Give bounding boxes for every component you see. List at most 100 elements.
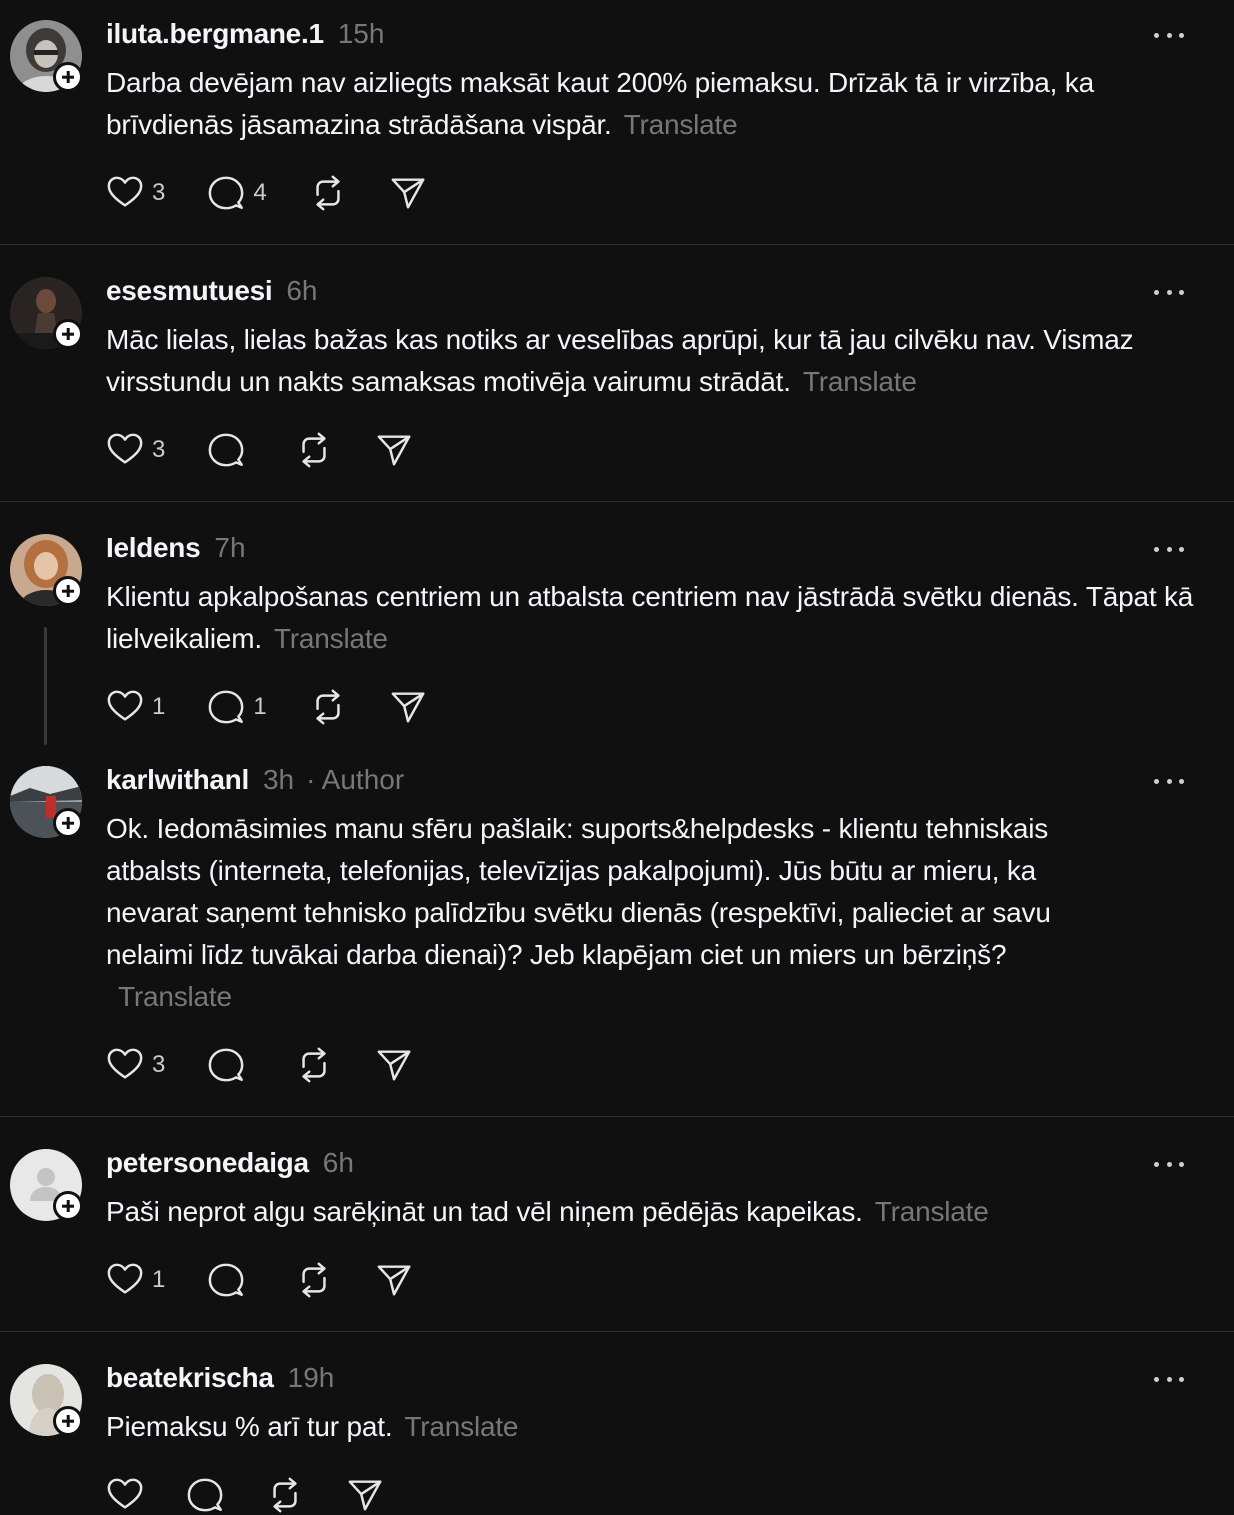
repost-button[interactable] — [295, 1260, 333, 1300]
post-text: Darba devējam nav aizliegts maksāt kaut … — [106, 62, 1206, 146]
like-button[interactable] — [106, 1475, 144, 1515]
send-icon — [375, 1261, 413, 1299]
like-button[interactable]: 1 — [106, 1260, 165, 1300]
repost-button[interactable] — [295, 1045, 333, 1085]
follow-plus-icon[interactable] — [53, 576, 83, 606]
post-header: beatekrischa 19h — [106, 1362, 334, 1398]
post-text-content: Ok. Iedomāsimies manu sfēru pašlaik: sup… — [106, 813, 1051, 970]
post-text-content: Piemaksu % arī tur pat. — [106, 1411, 393, 1442]
heart-icon — [106, 688, 144, 726]
heart-icon — [106, 1476, 144, 1514]
reply-count: 1 — [253, 693, 267, 720]
post-header: karlwithanl 3h · Author — [106, 764, 404, 800]
translate-link[interactable]: Translate — [624, 109, 738, 140]
repost-button[interactable] — [309, 173, 347, 213]
follow-plus-icon[interactable] — [53, 62, 83, 92]
comment-icon — [186, 1476, 224, 1514]
post-header: Ieldens 7h — [106, 532, 246, 568]
send-icon — [375, 1046, 413, 1084]
repost-button[interactable] — [309, 687, 347, 727]
reply-button[interactable] — [207, 1045, 253, 1085]
more-options-icon[interactable] — [1154, 288, 1184, 296]
repost-icon — [295, 1261, 333, 1299]
username[interactable]: Ieldens — [106, 532, 201, 564]
follow-plus-icon[interactable] — [53, 319, 83, 349]
post-header: esesmutuesi 6h — [106, 275, 318, 311]
action-bar — [106, 1475, 426, 1515]
repost-icon — [309, 174, 347, 212]
more-options-icon[interactable] — [1154, 1160, 1184, 1168]
reply-count: 4 — [253, 179, 267, 206]
like-button[interactable]: 1 — [106, 687, 165, 727]
share-button[interactable] — [389, 173, 427, 213]
like-button[interactable]: 3 — [106, 430, 165, 470]
post: Ieldens 7h Klientu apkalpošanas centriem… — [0, 502, 1234, 745]
share-button[interactable] — [375, 1045, 413, 1085]
action-bar: 3 — [106, 430, 455, 470]
like-button[interactable]: 3 — [106, 173, 165, 213]
username[interactable]: petersonedaiga — [106, 1147, 309, 1179]
like-button[interactable]: 3 — [106, 1045, 165, 1085]
action-bar: 3 — [106, 1045, 455, 1085]
reply-button[interactable] — [186, 1475, 224, 1515]
post-text: Piemaksu % arī tur pat. Translate — [106, 1406, 1206, 1448]
post-text-content: Darba devējam nav aizliegts maksāt kaut … — [106, 67, 1094, 140]
translate-link[interactable]: Translate — [875, 1196, 989, 1227]
more-options-icon[interactable] — [1154, 545, 1184, 553]
translate-link[interactable]: Translate — [118, 981, 232, 1012]
follow-plus-icon[interactable] — [53, 1191, 83, 1221]
username[interactable]: esesmutuesi — [106, 275, 273, 307]
repost-icon — [266, 1476, 304, 1514]
post-text-content: Māc lielas, lielas bažas kas notiks ar v… — [106, 324, 1134, 397]
share-button[interactable] — [346, 1475, 384, 1515]
post-header: petersonedaiga 6h — [106, 1147, 354, 1183]
action-bar: 1 — [106, 1260, 455, 1300]
timestamp[interactable]: 15h — [338, 18, 385, 50]
follow-plus-icon[interactable] — [53, 808, 83, 838]
more-options-icon[interactable] — [1154, 777, 1184, 785]
translate-link[interactable]: Translate — [274, 623, 388, 654]
comment-icon — [207, 1046, 245, 1084]
post-text: Māc lielas, lielas bažas kas notiks ar v… — [106, 319, 1206, 403]
comment-icon — [207, 431, 245, 469]
more-options-icon[interactable] — [1154, 1375, 1184, 1383]
reply-button[interactable] — [207, 430, 253, 470]
heart-icon — [106, 1261, 144, 1299]
reply-button[interactable]: 4 — [207, 173, 267, 213]
repost-button[interactable] — [295, 430, 333, 470]
post: iluta.bergmane.1 15h Darba devējam nav a… — [0, 0, 1234, 245]
timestamp[interactable]: 7h — [214, 532, 245, 564]
reply-button[interactable]: 1 — [207, 687, 267, 727]
timestamp[interactable]: 6h — [323, 1147, 354, 1179]
heart-icon — [106, 1046, 144, 1084]
author-badge: · Author — [306, 764, 405, 795]
thread-line — [44, 627, 47, 745]
timestamp[interactable]: 6h — [286, 275, 317, 307]
username[interactable]: iluta.bergmane.1 — [106, 18, 324, 50]
post: esesmutuesi 6h Māc lielas, lielas bažas … — [0, 245, 1234, 502]
share-button[interactable] — [389, 687, 427, 727]
repost-icon — [295, 1046, 333, 1084]
like-count: 3 — [152, 1051, 166, 1078]
repost-button[interactable] — [266, 1475, 304, 1515]
heart-icon — [106, 431, 144, 469]
username[interactable]: karlwithanl — [106, 764, 249, 796]
share-button[interactable] — [375, 1260, 413, 1300]
like-count: 3 — [152, 179, 166, 206]
timestamp[interactable]: 3h — [263, 764, 294, 796]
reply-button[interactable] — [207, 1260, 253, 1300]
timestamp[interactable]: 19h — [288, 1362, 335, 1394]
username[interactable]: beatekrischa — [106, 1362, 274, 1394]
like-count: 1 — [152, 1266, 166, 1293]
post-text: Ok. Iedomāsimies manu sfēru pašlaik: sup… — [106, 808, 1126, 1018]
like-count: 1 — [152, 693, 166, 720]
post-text: Klientu apkalpošanas centriem un atbalst… — [106, 576, 1206, 660]
post-text: Paši neprot algu sarēķināt un tad vēl ni… — [106, 1191, 1206, 1233]
more-options-icon[interactable] — [1154, 31, 1184, 39]
post: karlwithanl 3h · Author Ok. Iedomāsimies… — [0, 734, 1234, 1117]
post-header: iluta.bergmane.1 15h — [106, 18, 384, 54]
share-button[interactable] — [375, 430, 413, 470]
translate-link[interactable]: Translate — [404, 1411, 518, 1442]
follow-plus-icon[interactable] — [53, 1406, 83, 1436]
translate-link[interactable]: Translate — [803, 366, 917, 397]
